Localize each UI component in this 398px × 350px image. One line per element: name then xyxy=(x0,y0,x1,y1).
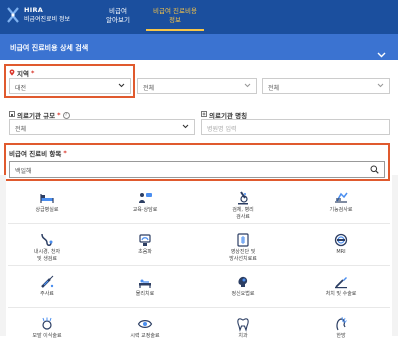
nav-cost-line2: 정보 xyxy=(169,16,181,24)
chevron-down-icon xyxy=(118,83,125,90)
facility-scale-select[interactable]: 전체 xyxy=(9,119,195,135)
category-label: 상급병실료 xyxy=(35,207,59,213)
sido-select[interactable]: 대전 xyxy=(9,78,131,94)
region-required-mark: * xyxy=(30,69,35,77)
hair-transplant-icon xyxy=(39,316,55,332)
row-divider xyxy=(8,223,390,224)
right-gutter xyxy=(392,175,398,336)
category-label: 물리치료 xyxy=(135,291,155,297)
facility-name-input[interactable]: 병원명 입력 xyxy=(201,119,390,135)
chevron-down-icon[interactable] xyxy=(377,43,386,62)
sigungu-value: 전체 xyxy=(143,85,155,92)
location-pin-icon xyxy=(9,69,15,78)
hospital-icon xyxy=(201,111,207,119)
radiology-icon xyxy=(235,232,251,248)
category-label: 내시경, 천자 및 생검료 xyxy=(33,249,61,262)
chevron-down-icon xyxy=(244,83,251,90)
region-label: 지역 * xyxy=(9,68,34,78)
sigungu-select[interactable]: 전체 xyxy=(137,78,257,94)
item-required-mark: * xyxy=(63,149,67,157)
nav-learn-line2: 알아보기 xyxy=(106,16,130,24)
search-icon[interactable] xyxy=(370,165,379,176)
tooth-icon xyxy=(235,316,251,332)
category-label: 초음파 xyxy=(138,249,152,255)
category-function-test[interactable]: 기능검사료 xyxy=(306,186,376,224)
category-label: 검체, 병리 검사료 xyxy=(232,207,254,220)
function-test-icon xyxy=(333,190,349,206)
site-logo[interactable]: HIRA 비급여진료비 정보 xyxy=(6,6,70,24)
dong-value: 전체 xyxy=(268,85,280,92)
hira-logo-icon xyxy=(6,6,20,24)
category-mri[interactable]: MRI xyxy=(306,228,376,266)
category-microscope[interactable]: 검체, 병리 검사료 xyxy=(208,186,278,224)
top-nav-bar: HIRA 비급여진료비 정보 비급여 알아보기 비급여 진료비용 정보 xyxy=(0,0,398,34)
panel-title: 비급여 진료비용 상세 검색 xyxy=(10,44,89,52)
sido-value: 대전 xyxy=(15,85,27,92)
category-radiology[interactable]: 영상진단 및 방사선치료료 xyxy=(208,228,278,266)
eye-icon xyxy=(137,316,153,332)
category-label: 영상진단 및 방사선치료료 xyxy=(229,249,257,262)
facility-name-placeholder: 병원명 입력 xyxy=(207,126,237,133)
category-hair-transplant[interactable]: 모발 이식술료 xyxy=(12,312,82,350)
mri-icon xyxy=(333,232,349,248)
category-hospital-bed[interactable]: 상급병실료 xyxy=(12,186,82,224)
syringe-icon xyxy=(39,274,55,290)
region-label-text: 지역 xyxy=(17,70,29,78)
category-label: 정신요법료 xyxy=(231,291,255,297)
acupuncture-icon xyxy=(333,316,349,332)
nav-learn-line1: 비급여 xyxy=(109,7,127,15)
category-psychotherapy[interactable]: 정신요법료 xyxy=(208,270,278,308)
category-physical-therapy[interactable]: 물리치료 xyxy=(110,270,180,308)
psychotherapy-icon xyxy=(235,274,251,290)
category-label: 교육·상담료 xyxy=(132,207,158,213)
category-label: 치과 xyxy=(238,333,248,339)
building-icon xyxy=(9,111,15,119)
category-endoscope[interactable]: 내시경, 천자 및 생검료 xyxy=(12,228,82,266)
left-gutter xyxy=(0,175,6,336)
endoscope-icon xyxy=(39,232,55,248)
dong-select[interactable]: 전체 xyxy=(262,78,390,94)
category-label: 처치 및 수술료 xyxy=(325,291,357,297)
category-label: 주사료 xyxy=(40,291,54,297)
item-search-value: 백일해 xyxy=(15,168,32,175)
nav-cost-line1: 비급여 진료비용 xyxy=(153,7,197,15)
help-icon[interactable]: ? xyxy=(62,111,70,119)
category-acupuncture[interactable]: 한방 xyxy=(306,312,376,350)
category-syringe[interactable]: 주사료 xyxy=(12,270,82,308)
category-eye[interactable]: 시력 교정술료 xyxy=(110,312,180,350)
category-label: 기능검사료 xyxy=(329,207,353,213)
chevron-down-icon xyxy=(182,124,189,131)
item-search-input[interactable]: 백일해 xyxy=(9,161,385,178)
category-tooth[interactable]: 치과 xyxy=(208,312,278,350)
nav-cost-info[interactable]: 비급여 진료비용 정보 xyxy=(146,7,204,31)
category-label: 모발 이식술료 xyxy=(32,333,62,339)
facility-scale-value: 전체 xyxy=(15,126,27,133)
item-label-text: 비급여 진료비 항목 xyxy=(9,150,62,158)
facility-required-mark: * xyxy=(57,111,61,119)
search-panel-header[interactable]: 비급여 진료비용 상세 검색 xyxy=(0,34,398,60)
category-label: 한방 xyxy=(336,333,346,339)
category-ultrasound[interactable]: 초음파 xyxy=(110,228,180,266)
category-label: 시력 교정술료 xyxy=(130,333,160,339)
item-label: 비급여 진료비 항목 * xyxy=(9,148,67,158)
category-surgery[interactable]: 처치 및 수술료 xyxy=(306,270,376,308)
physical-therapy-icon xyxy=(137,274,153,290)
microscope-icon xyxy=(235,190,251,206)
logo-title: HIRA xyxy=(24,6,44,14)
category-consultation[interactable]: 교육·상담료 xyxy=(110,186,180,224)
row-divider xyxy=(8,307,390,308)
logo-subtitle: 비급여진료비 정보 xyxy=(24,16,71,23)
consultation-icon xyxy=(137,190,153,206)
surgery-icon xyxy=(333,274,349,290)
nav-active-underline xyxy=(146,29,204,31)
nav-learn[interactable]: 비급여 알아보기 xyxy=(98,7,138,25)
hospital-bed-icon xyxy=(39,190,55,206)
ultrasound-icon xyxy=(137,232,153,248)
category-label: MRI xyxy=(336,249,346,255)
row-divider xyxy=(8,265,390,266)
chevron-down-icon xyxy=(377,83,384,90)
